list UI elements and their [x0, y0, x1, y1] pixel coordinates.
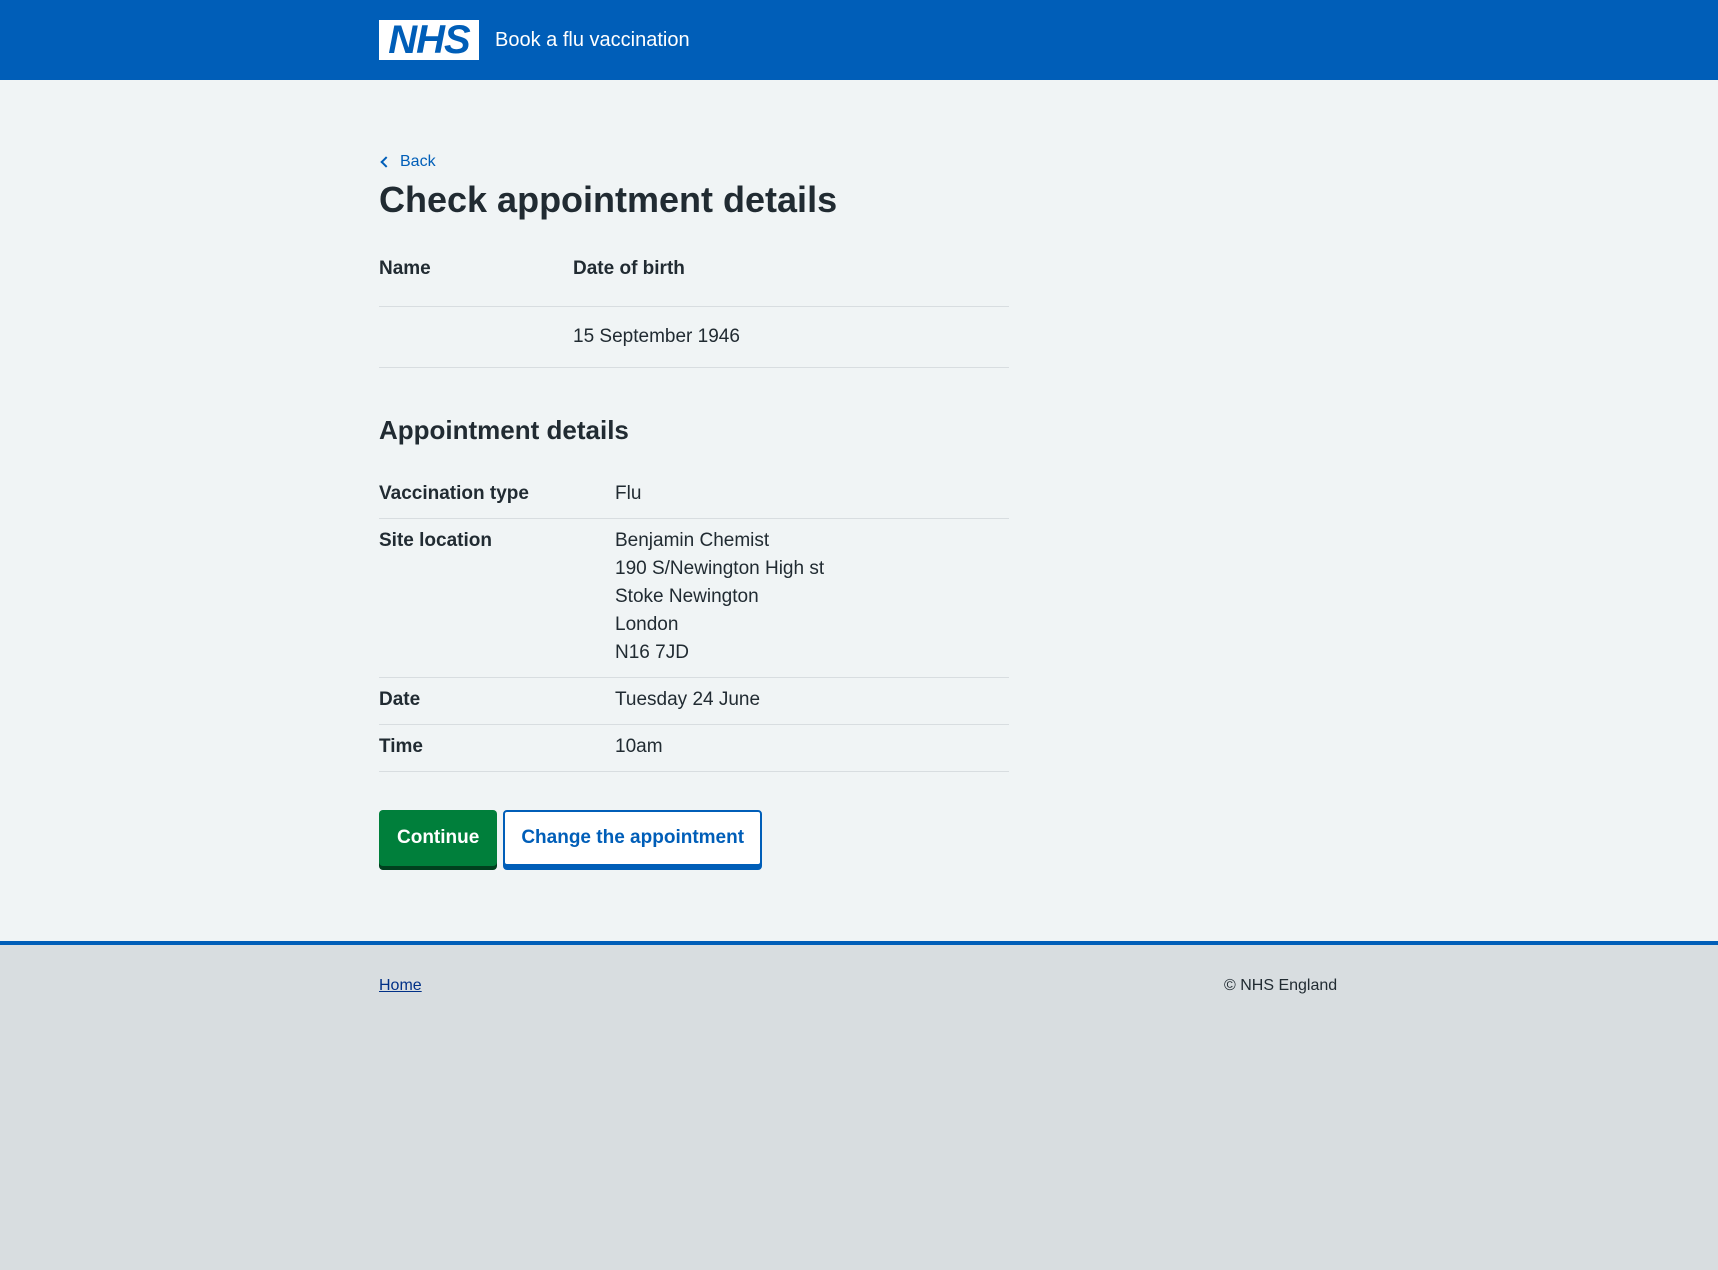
detail-value: Tuesday 24 June [615, 689, 761, 710]
detail-key: Site location [379, 530, 492, 551]
detail-value: 10am [615, 736, 663, 757]
site-footer: Home © NHS England [0, 941, 1718, 1270]
appointment-details-list: Vaccination type Flu Site location Benja… [379, 472, 1009, 772]
detail-key: Time [379, 736, 424, 757]
detail-row-date: Date Tuesday 24 June [379, 678, 1009, 725]
header-inner: NHS Book a flu vaccination [379, 20, 690, 60]
person-summary-header-row: Name Date of birth [379, 256, 1009, 307]
detail-key: Date [379, 689, 421, 710]
site-address: Benjamin Chemist 190 S/Newington High st… [615, 527, 1009, 667]
dob-value: 15 September 1946 [573, 326, 740, 347]
person-summary-row: 15 September 1946 [379, 307, 1009, 368]
back-link-label: Back [400, 153, 436, 170]
change-appointment-button[interactable]: Change the appointment [503, 810, 763, 866]
address-line: Benjamin Chemist [615, 530, 770, 551]
page: NHS Book a flu vaccination Back Check ap… [0, 0, 1718, 1270]
site-header: NHS Book a flu vaccination [0, 0, 1718, 80]
address-line: Stoke Newington [615, 586, 759, 607]
appointment-details-heading: Appointment details [379, 415, 629, 445]
name-header: Name [379, 258, 431, 279]
content-container: Back Check appointment details Name Date… [379, 152, 1009, 866]
detail-key: Vaccination type [379, 483, 529, 504]
address-line: London [615, 614, 679, 635]
action-buttons: Continue Change the appointment [379, 810, 1009, 866]
person-summary: Name Date of birth 15 September 1946 [379, 256, 1009, 368]
chevron-left-icon [380, 156, 392, 168]
continue-button[interactable]: Continue [379, 810, 498, 866]
footer-copyright: © NHS England [1224, 977, 1338, 994]
address-line: 190 S/Newington High st [615, 558, 825, 579]
detail-row-site-location: Site location Benjamin Chemist 190 S/New… [379, 519, 1009, 678]
detail-row-time: Time 10am [379, 725, 1009, 772]
service-name[interactable]: Book a flu vaccination [495, 20, 690, 60]
nhs-logo[interactable]: NHS [379, 20, 479, 60]
address-line: N16 7JD [615, 642, 689, 663]
back-link[interactable]: Back [379, 152, 436, 172]
detail-row-vaccination-type: Vaccination type Flu [379, 472, 1009, 519]
footer-home-link[interactable]: Home [379, 977, 422, 995]
detail-value: Flu [615, 483, 642, 504]
page-title: Check appointment details [379, 179, 838, 220]
dob-header: Date of birth [573, 258, 685, 279]
main-content: Back Check appointment details Name Date… [0, 80, 1718, 941]
nhs-logo-text: NHS [388, 18, 470, 62]
